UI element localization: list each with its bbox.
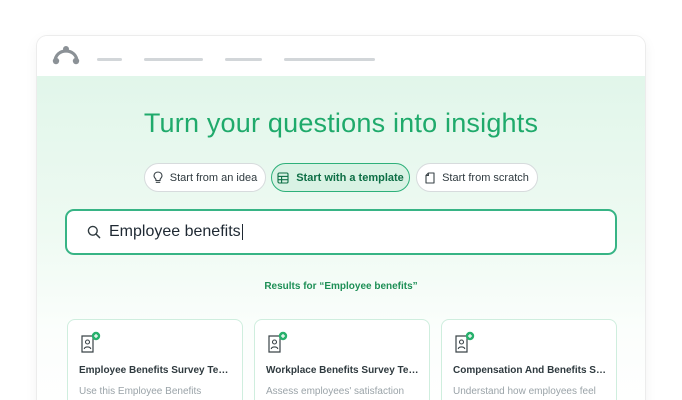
survey-template-icon xyxy=(268,331,288,353)
document-icon xyxy=(425,171,435,184)
nav-item-4[interactable] xyxy=(284,58,375,61)
template-card[interactable]: Compensation And Benefits Su... Understa… xyxy=(441,319,617,400)
start-from-scratch-label: Start from scratch xyxy=(442,171,529,184)
survey-template-icon xyxy=(455,331,475,353)
survey-template-icon xyxy=(81,331,101,353)
nav-item-3[interactable] xyxy=(225,58,262,61)
template-card-title: Employee Benefits Survey Tem... xyxy=(79,365,234,376)
page-headline: Turn your questions into insights xyxy=(143,108,539,138)
start-from-scratch-button[interactable]: Start from scratch xyxy=(416,163,538,192)
start-with-template-button[interactable]: Start with a template xyxy=(271,163,410,192)
search-icon xyxy=(87,225,101,239)
top-navigation-bar xyxy=(37,36,645,76)
nav-item-1[interactable] xyxy=(97,58,122,61)
text-caret xyxy=(241,223,243,240)
search-value: Employee benefits xyxy=(109,223,243,240)
start-from-idea-label: Start from an idea xyxy=(169,171,258,184)
template-card-title: Workplace Benefits Survey Tem... xyxy=(266,365,421,376)
results-heading: Results for “Employee benefits” xyxy=(264,281,418,292)
start-with-template-label: Start with a template xyxy=(296,171,404,184)
template-card-description: Understand how employees feel xyxy=(453,386,596,397)
template-card[interactable]: Employee Benefits Survey Tem... Use this… xyxy=(67,319,243,400)
template-card[interactable]: Workplace Benefits Survey Tem... Assess … xyxy=(254,319,430,400)
template-search-input[interactable]: Employee benefits xyxy=(65,209,617,255)
nav-item-2[interactable] xyxy=(144,58,203,61)
start-from-idea-button[interactable]: Start from an idea xyxy=(144,163,266,192)
template-card-description: Assess employees' satisfaction xyxy=(266,386,405,397)
table-icon xyxy=(277,171,289,184)
template-card-title: Compensation And Benefits Su... xyxy=(453,365,608,376)
lightbulb-icon xyxy=(153,171,163,183)
surveymonkey-logo-icon[interactable] xyxy=(52,45,80,65)
template-card-description: Use this Employee Benefits xyxy=(79,386,202,397)
